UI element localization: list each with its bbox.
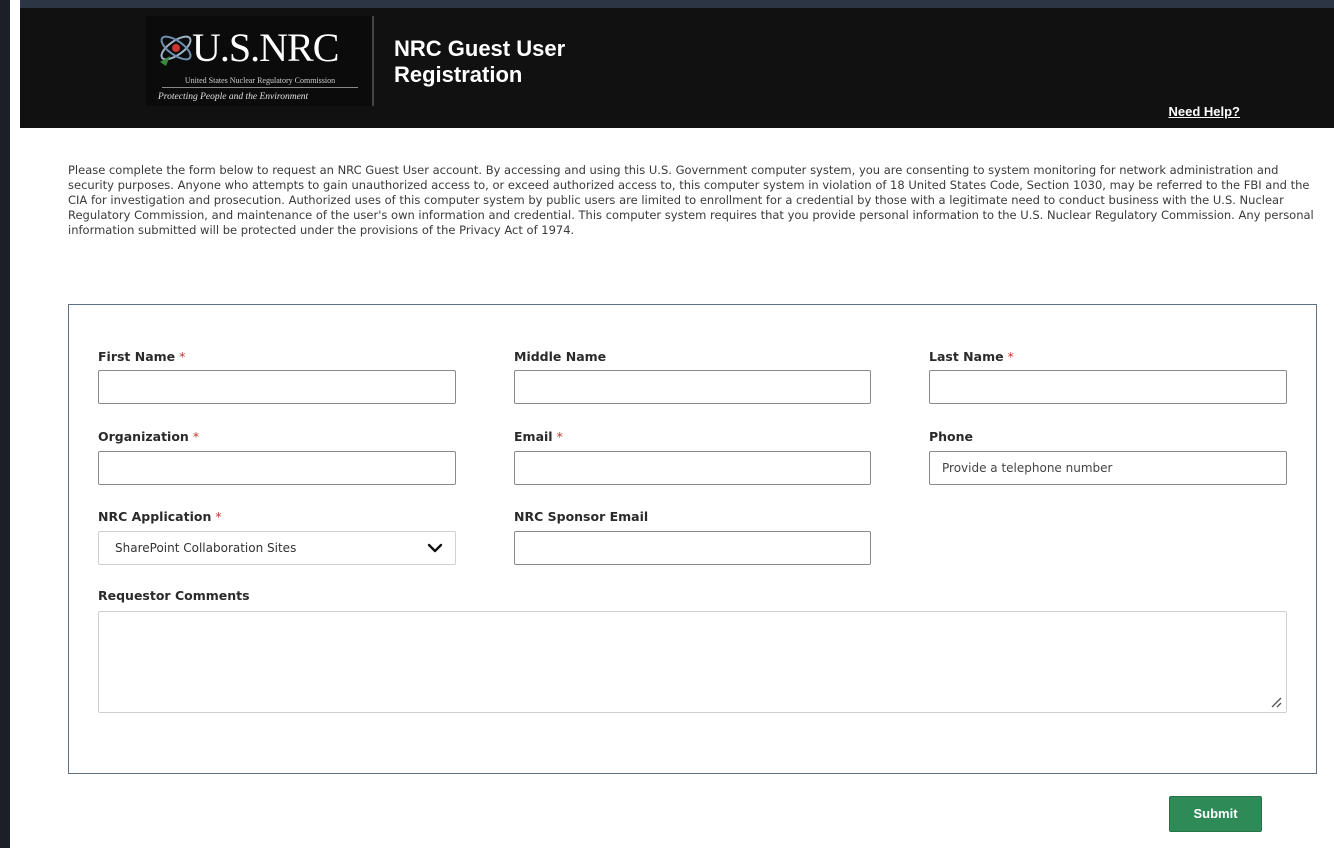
logo-wordmark: U.S.NRC <box>192 25 339 70</box>
submit-button[interactable]: Submit <box>1169 796 1262 832</box>
requestor-comments-label: Requestor Comments <box>98 588 250 603</box>
last-name-label: Last Name * <box>929 349 1014 364</box>
logo-tagline: Protecting People and the Environment <box>158 92 309 102</box>
logo-subtitle: United States Nuclear Regulatory Commiss… <box>162 76 358 88</box>
required-marker: * <box>192 429 200 444</box>
first-name-label: First Name * <box>98 349 186 364</box>
page-title: NRC Guest User Registration <box>394 36 566 87</box>
site-header: U.S.NRC United States Nuclear Regulatory… <box>20 8 1334 128</box>
email-input[interactable] <box>514 451 871 485</box>
organization-label: Organization * <box>98 429 200 444</box>
nrc-application-selected: SharePoint Collaboration Sites <box>115 541 297 555</box>
resize-grip-icon[interactable] <box>1270 696 1282 708</box>
middle-name-input[interactable] <box>514 370 871 404</box>
email-label: Email * <box>514 429 563 444</box>
page: U.S.NRC United States Nuclear Regulatory… <box>0 0 1334 848</box>
atom-logo-icon <box>160 35 192 66</box>
sponsor-email-input[interactable] <box>514 531 871 565</box>
required-marker: * <box>556 429 563 444</box>
nrc-application-label: NRC Application * <box>98 509 222 524</box>
nrc-application-select[interactable]: SharePoint Collaboration Sites <box>98 531 456 565</box>
last-name-input[interactable] <box>929 370 1287 404</box>
middle-name-label: Middle Name <box>514 349 607 364</box>
sponsor-email-label: NRC Sponsor Email <box>514 509 649 524</box>
need-help-link[interactable]: Need Help? <box>1168 104 1240 119</box>
nrc-logo[interactable]: U.S.NRC United States Nuclear Regulatory… <box>146 16 374 106</box>
phone-input[interactable] <box>929 451 1287 485</box>
requestor-comments-textarea[interactable] <box>98 611 1287 713</box>
organization-input[interactable] <box>98 451 456 485</box>
phone-label: Phone <box>929 429 974 444</box>
first-name-input[interactable] <box>98 370 456 404</box>
intro-notice: Please complete the form below to reques… <box>68 163 1314 237</box>
chevron-down-icon <box>427 543 443 553</box>
required-marker: * <box>215 509 222 524</box>
window-top-bar <box>20 0 1334 8</box>
required-marker: * <box>1007 349 1014 364</box>
required-marker: * <box>179 349 186 364</box>
